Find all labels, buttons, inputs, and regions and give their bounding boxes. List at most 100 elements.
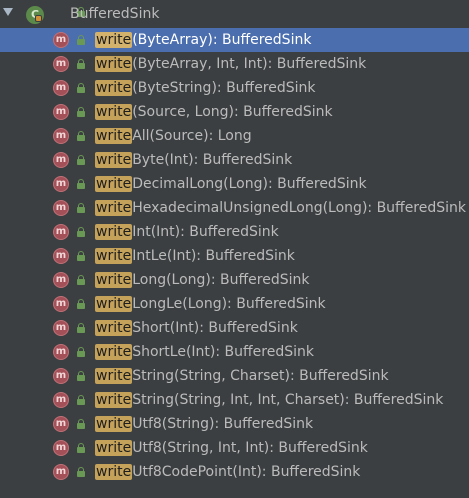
method-icon: m — [53, 104, 69, 120]
search-highlight: write — [95, 344, 133, 360]
public-lock-icon — [77, 347, 85, 357]
method-row[interactable]: m write(ByteString): BufferedSink — [0, 76, 469, 100]
public-lock-icon — [77, 419, 85, 429]
method-row[interactable]: m writeHexadecimalUnsignedLong(Long): Buf… — [0, 196, 469, 220]
method-label: writeShort(Int): BufferedSink — [95, 316, 298, 340]
method-label: writeByte(Int): BufferedSink — [95, 148, 292, 172]
method-label: writeIntLe(Int): BufferedSink — [95, 244, 295, 268]
method-icon: m — [53, 368, 69, 384]
method-row[interactable]: m write(Source, Long): BufferedSink — [0, 100, 469, 124]
search-highlight: write — [95, 80, 133, 96]
method-icon: m — [53, 176, 69, 192]
method-row[interactable]: m writeLongLe(Long): BufferedSink — [0, 292, 469, 316]
method-icon: m — [53, 272, 69, 288]
method-icon: m — [53, 464, 69, 480]
method-row[interactable]: m write(ByteArray): BufferedSink — [0, 28, 469, 52]
method-icon: m — [53, 152, 69, 168]
method-signature: (ByteArray): BufferedSink — [132, 32, 312, 48]
search-highlight: write — [95, 248, 133, 264]
public-lock-icon — [77, 227, 85, 237]
method-label: write(ByteString): BufferedSink — [95, 76, 316, 100]
search-highlight: write — [95, 224, 133, 240]
method-row[interactable]: m writeByte(Int): BufferedSink — [0, 148, 469, 172]
method-row[interactable]: m writeUtf8CodePoint(Int): BufferedSink — [0, 460, 469, 484]
method-row[interactable]: m write(ByteArray, Int, Int): BufferedSin… — [0, 52, 469, 76]
method-icon: m — [53, 440, 69, 456]
search-highlight: write — [95, 152, 133, 168]
public-lock-icon — [77, 395, 85, 405]
search-highlight: write — [95, 104, 133, 120]
method-row[interactable]: m writeShortLe(Int): BufferedSink — [0, 340, 469, 364]
method-signature: (Source, Long): BufferedSink — [132, 104, 333, 120]
method-label: writeLongLe(Long): BufferedSink — [95, 292, 326, 316]
public-lock-icon — [77, 467, 85, 477]
method-label: writeUtf8(String, Int, Int): BufferedSin… — [95, 436, 368, 460]
public-lock-icon — [77, 275, 85, 285]
method-signature: IntLe(Int): BufferedSink — [132, 248, 295, 264]
method-signature: LongLe(Long): BufferedSink — [132, 296, 326, 312]
collapse-arrow-icon[interactable] — [3, 8, 13, 16]
kotlin-badge-icon — [35, 15, 42, 22]
method-signature: Utf8(String, Int, Int): BufferedSink — [132, 440, 368, 456]
method-label: writeString(String, Charset): BufferedSi… — [95, 364, 389, 388]
method-row[interactable]: m writeUtf8(String, Int, Int): BufferedSi… — [0, 436, 469, 460]
method-signature: Utf8CodePoint(Int): BufferedSink — [132, 464, 361, 480]
public-lock-icon — [77, 371, 85, 381]
method-row[interactable]: m writeString(String, Charset): BufferedS… — [0, 364, 469, 388]
method-row[interactable]: m writeDecimalLong(Long): BufferedSink — [0, 172, 469, 196]
method-row[interactable]: m writeUtf8(String): BufferedSink — [0, 412, 469, 436]
method-row[interactable]: m writeInt(Int): BufferedSink — [0, 220, 469, 244]
public-lock-icon — [77, 443, 85, 453]
structure-tree: C BufferedSink mwrite(ByteArray): Buffer… — [0, 0, 469, 498]
search-highlight: write — [95, 56, 133, 72]
public-lock-icon — [77, 131, 85, 141]
public-lock-icon — [77, 179, 85, 189]
method-label: write(ByteArray): BufferedSink — [95, 28, 311, 52]
method-row[interactable]: m writeAll(Source): Long — [0, 124, 469, 148]
method-signature: ShortLe(Int): BufferedSink — [132, 344, 314, 360]
method-icon: m — [53, 128, 69, 144]
method-icon: m — [53, 200, 69, 216]
method-row[interactable]: m writeShort(Int): BufferedSink — [0, 316, 469, 340]
method-icon: m — [53, 248, 69, 264]
search-highlight: write — [95, 32, 133, 48]
public-lock-icon — [77, 299, 85, 309]
search-highlight: write — [95, 440, 133, 456]
method-label: writeUtf8CodePoint(Int): BufferedSink — [95, 460, 360, 484]
method-label: writeString(String, Int, Int, Charset): … — [95, 388, 443, 412]
search-highlight: write — [95, 176, 133, 192]
method-list: m write(ByteArray): BufferedSink m write(By… — [0, 28, 469, 484]
search-highlight: write — [95, 320, 133, 336]
method-label: write(ByteArray, Int, Int): BufferedSink — [95, 52, 366, 76]
method-row[interactable]: m writeLong(Long): BufferedSink — [0, 268, 469, 292]
search-highlight: write — [95, 416, 133, 432]
method-signature: (ByteString): BufferedSink — [132, 80, 316, 96]
method-label: writeAll(Source): Long — [95, 124, 252, 148]
search-highlight: write — [95, 464, 133, 480]
method-signature: Byte(Int): BufferedSink — [132, 152, 293, 168]
method-row[interactable]: m writeString(String, Int, Int, Charset):… — [0, 388, 469, 412]
search-highlight: write — [95, 392, 133, 408]
public-lock-icon — [77, 59, 85, 69]
search-highlight: write — [95, 128, 133, 144]
search-highlight: write — [95, 272, 133, 288]
method-icon: m — [53, 320, 69, 336]
method-signature: Utf8(String): BufferedSink — [132, 416, 314, 432]
public-lock-icon — [77, 323, 85, 333]
method-icon: m — [53, 224, 69, 240]
method-label: writeLong(Long): BufferedSink — [95, 268, 310, 292]
method-row[interactable]: m writeIntLe(Int): BufferedSink — [0, 244, 469, 268]
public-lock-icon — [77, 35, 85, 45]
tree-root-bufferedsink[interactable]: C BufferedSink — [0, 0, 469, 28]
root-label: BufferedSink — [70, 6, 160, 22]
public-lock-icon — [77, 203, 85, 213]
method-icon: m — [53, 80, 69, 96]
search-highlight: write — [95, 368, 133, 384]
method-icon: m — [53, 344, 69, 360]
search-highlight: write — [95, 296, 133, 312]
method-signature: String(String, Int, Int, Charset): Buffe… — [132, 392, 444, 408]
method-signature: Long(Long): BufferedSink — [132, 272, 310, 288]
method-signature: Int(Int): BufferedSink — [132, 224, 279, 240]
method-icon: m — [53, 392, 69, 408]
method-label: writeShortLe(Int): BufferedSink — [95, 340, 314, 364]
